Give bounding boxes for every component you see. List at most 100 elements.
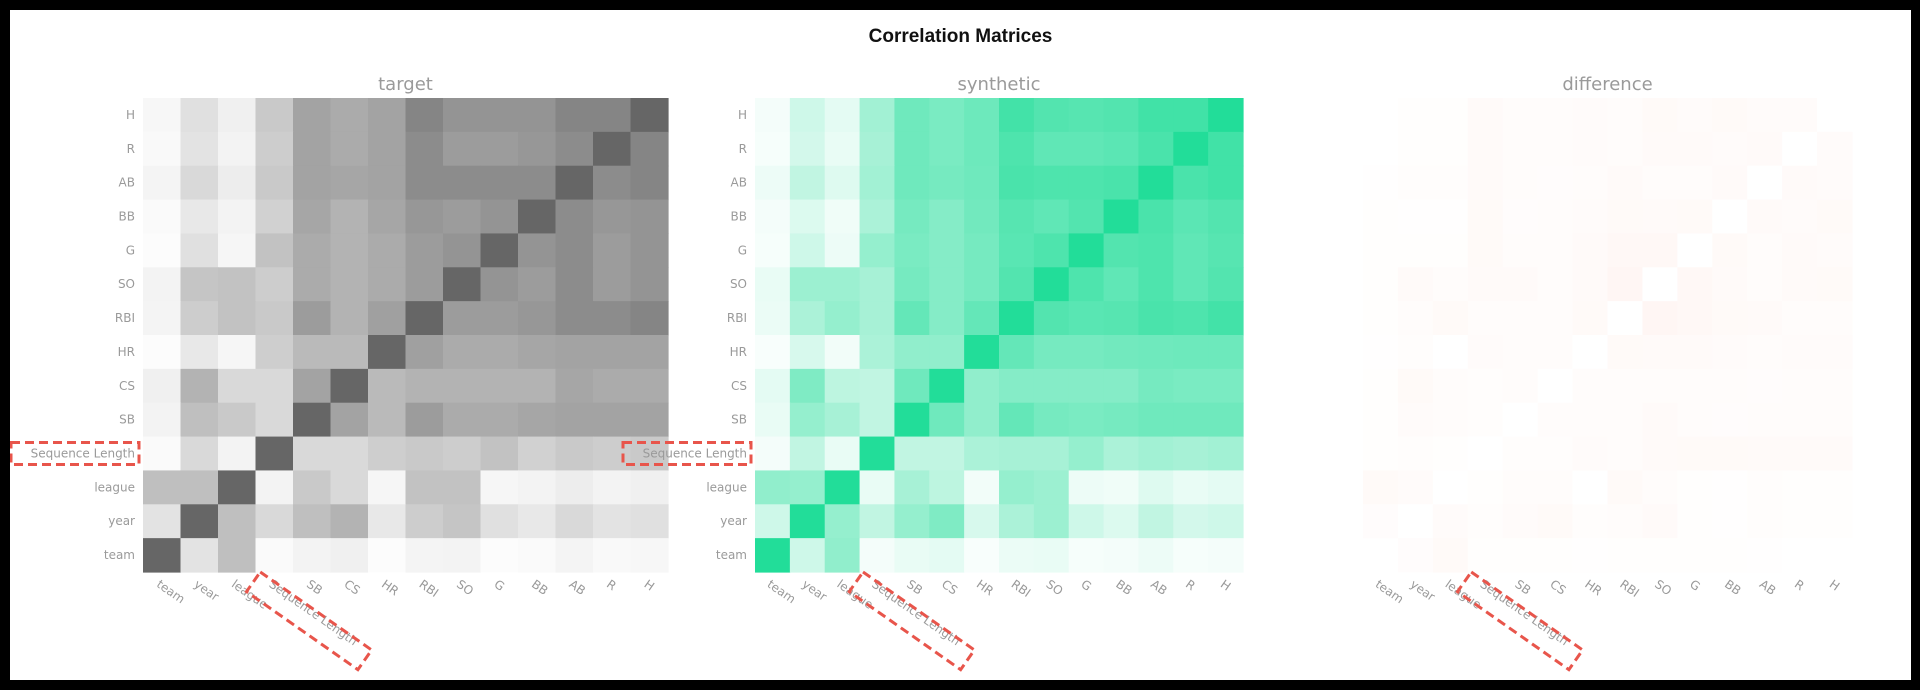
heatmap-cell	[1747, 436, 1783, 472]
heatmap-cell	[755, 504, 791, 539]
heatmap-cell	[1068, 504, 1105, 539]
heatmap-cell	[1467, 538, 1504, 573]
heatmap-cell	[593, 470, 632, 505]
heatmap-cell	[1817, 470, 1853, 505]
heatmap-cell	[1467, 267, 1504, 302]
y-tick-label: league	[706, 480, 747, 494]
heatmap-cell	[555, 165, 594, 201]
heatmap-cell	[255, 98, 294, 133]
heatmap-cell	[368, 402, 407, 438]
heatmap-cell	[1397, 335, 1434, 370]
heatmap-cell	[1173, 335, 1209, 370]
heatmap-cell	[1208, 436, 1244, 472]
heatmap-cell	[405, 335, 444, 370]
heatmap-cell	[1747, 504, 1783, 539]
heatmap-synthetic: syntheticHRABBBGSORBIHRCSSBSequence Leng…	[621, 74, 1244, 672]
heatmap-cell	[255, 402, 294, 438]
heatmap-cell	[218, 98, 257, 133]
heatmap-cell	[1817, 301, 1853, 336]
heatmap-cell	[443, 470, 482, 505]
heatmap-cell	[1467, 131, 1504, 167]
y-tick-label: G	[126, 243, 135, 257]
heatmap-cell	[1208, 165, 1244, 201]
heatmap-cell	[1712, 301, 1748, 336]
heatmap-cell	[1572, 402, 1609, 438]
chart-canvas: Correlation Matrices target H R AB BB G SO RBI H…	[10, 10, 1911, 680]
x-tick-label: H	[1218, 577, 1233, 594]
heatmap-cell	[1502, 267, 1539, 302]
heatmap-cell	[1068, 335, 1105, 370]
heatmap-cell	[180, 301, 219, 336]
y-tick-label: CS	[119, 379, 135, 393]
heatmap-cell	[218, 165, 257, 201]
heatmap-cell	[143, 131, 182, 167]
heatmap-cell	[180, 436, 219, 472]
x-tick-label: G	[1078, 577, 1094, 594]
y-tick-label: H	[126, 108, 135, 122]
heatmap-cell	[1397, 131, 1434, 167]
heatmap-cell	[330, 165, 369, 201]
heatmap-cell	[518, 470, 557, 505]
heatmap-cell	[143, 402, 182, 438]
heatmap-cell	[1747, 165, 1783, 201]
heatmap-cell	[824, 131, 861, 167]
x-tick-label: HR	[379, 577, 401, 598]
heatmap-cell	[1033, 335, 1070, 370]
heatmap-cell	[1677, 538, 1713, 573]
heatmap-cell	[480, 335, 519, 370]
heatmap-cell	[789, 402, 826, 438]
heatmap-cell	[480, 131, 519, 167]
heatmap-cell	[218, 131, 257, 167]
heatmap-cell	[1363, 301, 1399, 336]
heatmap-cell	[1103, 199, 1140, 235]
heatmap-cell	[999, 504, 1035, 539]
heatmap-cell	[143, 199, 182, 235]
x-tick-label: H	[1827, 577, 1842, 594]
heatmap-cell	[555, 301, 594, 336]
heatmap-cell	[255, 335, 294, 370]
heatmap-cell	[218, 199, 257, 235]
heatmap-cell	[180, 470, 219, 505]
panel-title-target: target	[378, 74, 433, 95]
heatmap-cell	[1572, 470, 1609, 505]
y-tick-label: SO	[118, 277, 135, 291]
heatmap-cell	[368, 301, 407, 336]
heatmap-cell	[443, 98, 482, 133]
heatmap-cell	[1747, 199, 1783, 235]
heatmap-cell	[964, 335, 1000, 370]
heatmap-cell	[1572, 233, 1609, 268]
heatmap-cell	[1103, 131, 1140, 167]
heatmap-cell	[293, 368, 332, 404]
heatmap-cell	[1363, 233, 1399, 268]
x-tick-label: G	[492, 577, 508, 594]
heatmap-cell	[1817, 165, 1853, 201]
y-tick-label: H	[738, 108, 747, 122]
heatmap-cell	[1642, 402, 1678, 438]
heatmap-cell	[1677, 267, 1713, 302]
heatmap-cell	[1642, 165, 1678, 201]
heatmap-cell	[1363, 199, 1399, 235]
heatmap-cell	[929, 98, 965, 133]
heatmap-cell	[1537, 98, 1574, 133]
heatmap-cell	[1572, 131, 1609, 167]
heatmap-cell	[330, 470, 369, 505]
heatmap-cell	[1432, 504, 1469, 539]
heatmap-cell	[1677, 98, 1713, 133]
heatmap-cell	[1817, 368, 1853, 404]
heatmap-cell	[1432, 199, 1469, 235]
heatmap-cell	[964, 301, 1000, 336]
heatmap-cell	[518, 98, 557, 133]
heatmap-cell	[824, 98, 861, 133]
heatmap-cell	[1208, 335, 1244, 370]
heatmap-cell	[555, 199, 594, 235]
heatmap-cell	[1033, 233, 1070, 268]
heatmap-cell	[755, 335, 791, 370]
heatmap-cell	[218, 436, 257, 472]
heatmap-cell	[1397, 199, 1434, 235]
heatmap-cell	[929, 233, 965, 268]
heatmap-cell	[1782, 470, 1818, 505]
x-tick-label: AB	[1148, 577, 1170, 598]
heatmap-cell	[1537, 470, 1574, 505]
x-tick-label: SB	[1512, 577, 1533, 598]
heatmap-cell	[518, 538, 557, 573]
